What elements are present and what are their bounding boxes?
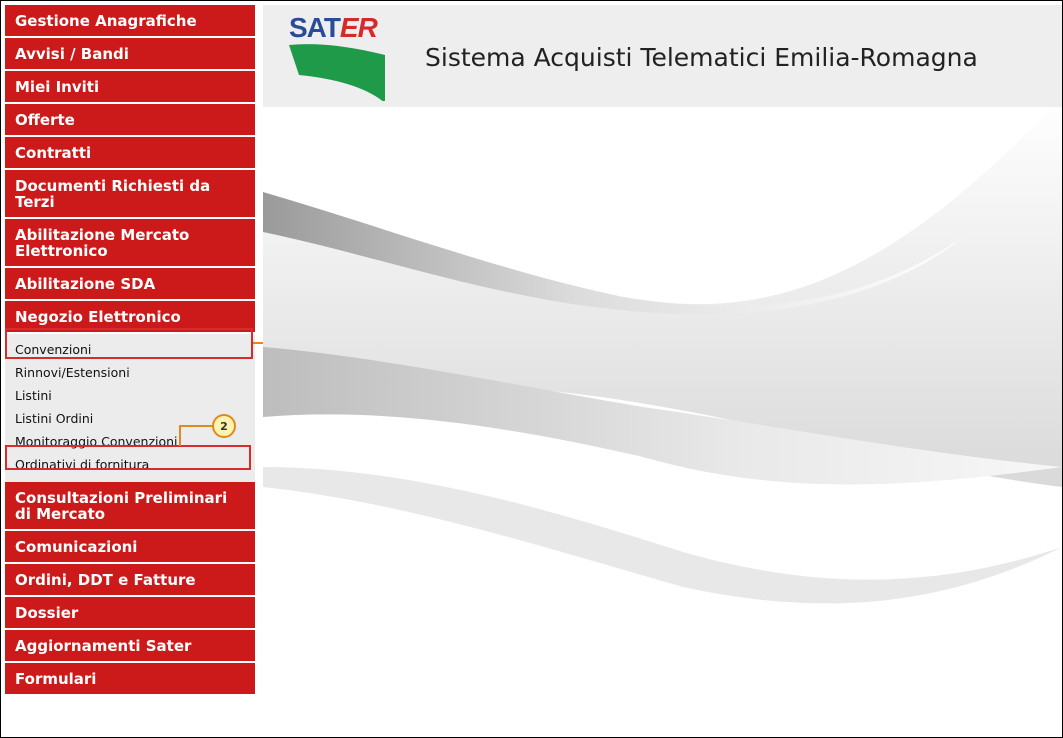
sidebar-item-miei-inviti[interactable]: Miei Inviti xyxy=(5,71,255,104)
sidebar-item-label: Offerte xyxy=(15,110,75,129)
submenu-item-ordinativi-fornitura[interactable]: Ordinativi di fornitura xyxy=(5,453,255,476)
sidebar-item-consultazioni-preliminari[interactable]: Consultazioni Preliminari di Mercato xyxy=(5,482,255,531)
sidebar-item-label: Documenti Richiesti da Terzi xyxy=(15,176,211,211)
sidebar-item-formulari[interactable]: Formulari xyxy=(5,663,255,696)
sidebar-item-label: Contratti xyxy=(15,143,92,162)
sidebar-item-aggiornamenti-sater[interactable]: Aggiornamenti Sater xyxy=(5,630,255,663)
sidebar-item-label: Abilitazione Mercato Elettronico xyxy=(15,225,190,260)
submenu-item-convenzioni[interactable]: Convenzioni xyxy=(5,338,255,361)
callout-number: 2 xyxy=(220,419,228,433)
sater-logo[interactable]: SATER xyxy=(289,13,391,101)
sidebar-item-label: Avvisi / Bandi xyxy=(15,44,129,63)
sidebar-item-label: Formulari xyxy=(15,669,97,688)
sidebar-item-negozio-elettronico[interactable]: Negozio Elettronico xyxy=(5,301,255,334)
sidebar-item-label: Miei Inviti xyxy=(15,77,100,96)
sidebar-item-label: Negozio Elettronico xyxy=(15,307,181,326)
sidebar-item-comunicazioni[interactable]: Comunicazioni xyxy=(5,531,255,564)
main-content xyxy=(263,97,1062,737)
sidebar-item-label: Comunicazioni xyxy=(15,537,138,556)
sidebar-item-label: Dossier xyxy=(15,603,79,622)
site-title: Sistema Acquisti Telematici Emilia-Romag… xyxy=(425,43,978,72)
submenu-item-listini[interactable]: Listini xyxy=(5,384,255,407)
screen-frame: Gestione Anagrafiche Avvisi / Bandi Miei… xyxy=(0,0,1063,738)
submenu-item-rinnovi-estensioni[interactable]: Rinnovi/Estensioni xyxy=(5,361,255,384)
sidebar-item-contratti[interactable]: Contratti xyxy=(5,137,255,170)
sidebar-item-ordini-ddt-fatture[interactable]: Ordini, DDT e Fatture xyxy=(5,564,255,597)
sidebar-menu: Gestione Anagrafiche Avvisi / Bandi Miei… xyxy=(5,5,255,737)
sidebar-item-offerte[interactable]: Offerte xyxy=(5,104,255,137)
sidebar-item-label: Aggiornamenti Sater xyxy=(15,636,192,655)
callout-connector xyxy=(179,425,181,446)
sidebar-item-abilitazione-sda[interactable]: Abilitazione SDA xyxy=(5,268,255,301)
sidebar-item-documenti-richiesti[interactable]: Documenti Richiesti da Terzi xyxy=(5,170,255,219)
sidebar-item-abilitazione-mercato[interactable]: Abilitazione Mercato Elettronico xyxy=(5,219,255,268)
callout-badge-2: 2 xyxy=(212,414,236,438)
sidebar-item-dossier[interactable]: Dossier xyxy=(5,597,255,630)
sidebar-item-label: Consultazioni Preliminari di Mercato xyxy=(15,488,228,523)
decorative-wave-graphic xyxy=(263,97,1062,604)
callout-connector xyxy=(179,425,213,427)
negozio-elettronico-submenu: Convenzioni Rinnovi/Estensioni Listini L… xyxy=(5,334,255,482)
site-header: SATER Sistema Acquisti Telematici Emilia… xyxy=(263,5,1062,107)
sidebar-item-gestione-anagrafiche[interactable]: Gestione Anagrafiche xyxy=(5,5,255,38)
sidebar-item-label: Ordini, DDT e Fatture xyxy=(15,570,196,589)
sidebar-item-label: Gestione Anagrafiche xyxy=(15,11,197,30)
svg-text:SATER: SATER xyxy=(289,13,379,43)
sidebar-item-avvisi-bandi[interactable]: Avvisi / Bandi xyxy=(5,38,255,71)
sidebar-item-label: Abilitazione SDA xyxy=(15,274,156,293)
